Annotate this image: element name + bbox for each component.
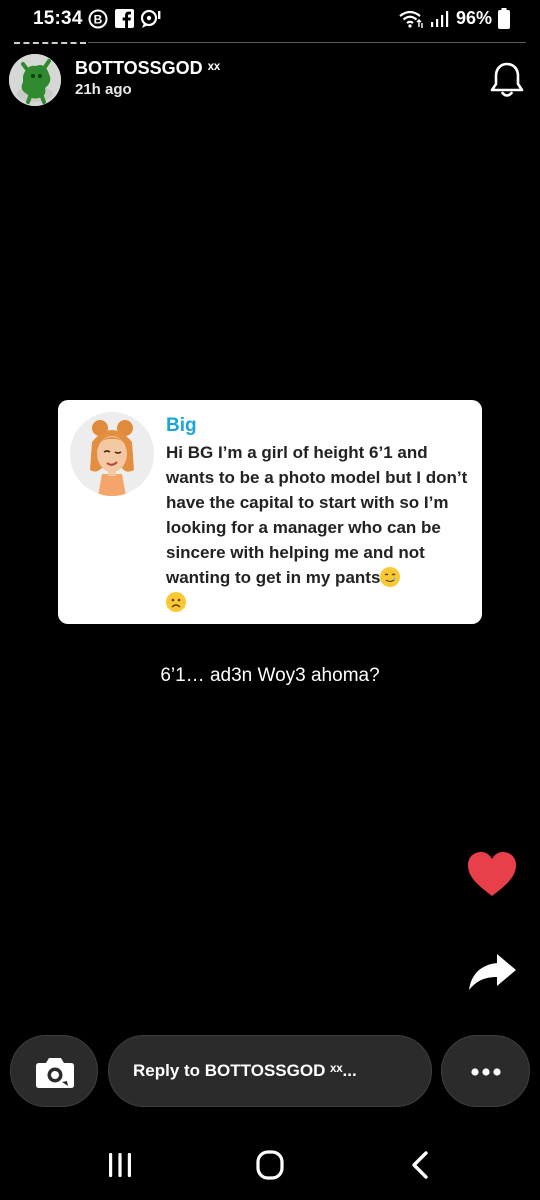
status-bar: 15:34 B 96% xyxy=(0,0,540,38)
frowning-face-icon xyxy=(166,592,186,612)
smiling-tear-face-icon xyxy=(380,567,400,587)
smiling-tear-face-emoji xyxy=(380,567,401,587)
username-suffix: ˣˣ xyxy=(207,59,221,78)
chat-bubble-icon xyxy=(140,9,161,28)
wifi-icon xyxy=(399,10,423,28)
story-caption: 6’1… ad3n Woy3 ahoma? xyxy=(160,665,380,686)
story-progress-fill xyxy=(14,42,86,46)
avatar-image xyxy=(9,54,61,106)
question-card: Big Hi BG I’m a girl of height 6’1 and w… xyxy=(58,400,482,624)
more-options-button[interactable] xyxy=(441,1035,530,1107)
battery-percent: 96% xyxy=(455,8,492,28)
svg-text:B: B xyxy=(94,13,103,27)
heart-icon[interactable] xyxy=(466,850,518,898)
bottom-action-bar: Reply to BOTTOSSGOD ˣˣ... xyxy=(0,1035,540,1107)
question-text: Hi BG I’m a girl of height 6’1 and wants… xyxy=(166,440,470,615)
reply-input[interactable]: Reply to BOTTOSSGOD ˣˣ... xyxy=(108,1035,432,1107)
share-arrow-icon[interactable] xyxy=(466,950,518,994)
status-right: 96% xyxy=(398,8,510,29)
frowning-face-emoji xyxy=(166,592,186,612)
signal-icon xyxy=(430,10,449,27)
user-avatar[interactable] xyxy=(9,54,61,106)
b-circle-icon: B xyxy=(88,9,108,29)
recent-apps-icon[interactable] xyxy=(100,1148,140,1182)
system-nav-bar xyxy=(0,1130,540,1200)
username-text: BOTTOSSGOD xyxy=(75,58,203,78)
story-progress-remaining xyxy=(87,42,526,43)
back-icon[interactable] xyxy=(400,1148,440,1182)
battery-icon xyxy=(498,8,510,29)
story-username[interactable]: BOTTOSSGOD ˣˣ xyxy=(75,58,220,79)
bitmoji-avatar xyxy=(70,412,154,496)
camera-icon xyxy=(36,1058,74,1088)
question-message: Hi BG I’m a girl of height 6’1 and wants… xyxy=(166,443,468,587)
home-icon[interactable] xyxy=(250,1148,290,1182)
sender-name: Big xyxy=(166,415,197,436)
story-header: BOTTOSSGOD ˣˣ 21h ago xyxy=(0,52,540,112)
reply-placeholder: Reply to BOTTOSSGOD ˣˣ... xyxy=(133,1061,357,1080)
camera-reply-button[interactable] xyxy=(10,1035,98,1107)
bell-icon[interactable] xyxy=(488,60,526,100)
more-dots-icon xyxy=(471,1068,501,1076)
sender-avatar xyxy=(70,412,154,496)
status-time: 15:34 xyxy=(33,8,83,29)
facebook-icon xyxy=(115,9,134,28)
story-progress-bar xyxy=(14,42,526,44)
story-timestamp: 21h ago xyxy=(75,81,132,98)
